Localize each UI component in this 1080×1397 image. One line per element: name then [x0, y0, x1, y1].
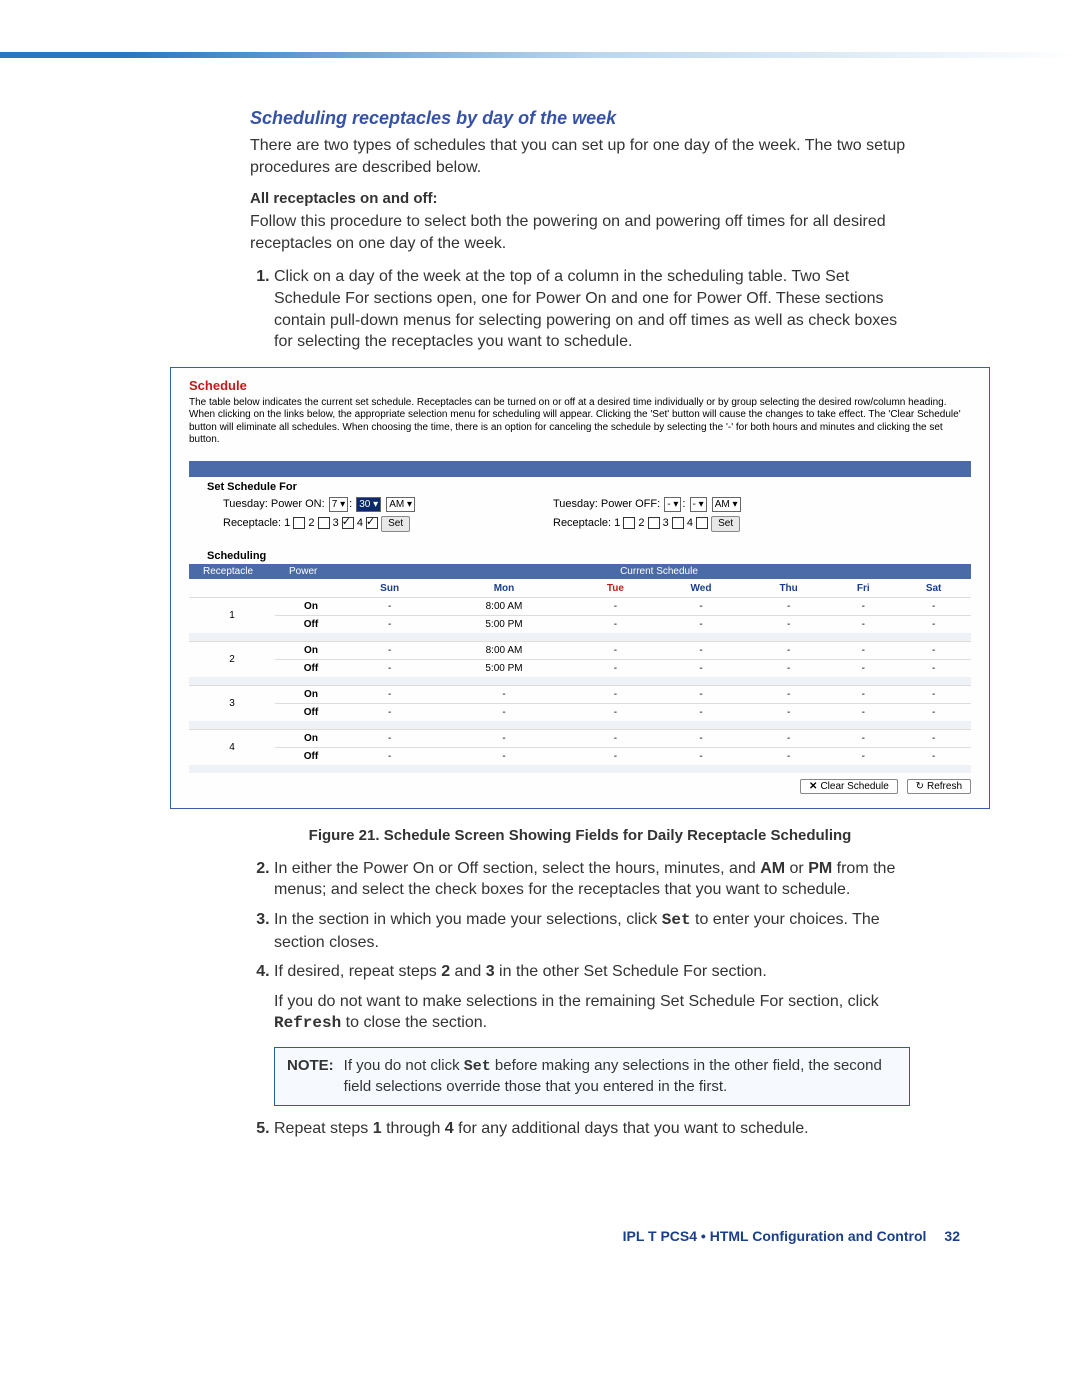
day-fri[interactable]: Fri	[830, 579, 896, 598]
day-sat[interactable]: Sat	[896, 579, 971, 598]
step-1: Click on a day of the week at the top of…	[274, 266, 910, 352]
set-button-off[interactable]: Set	[711, 516, 740, 532]
steps-list: Click on a day of the week at the top of…	[250, 266, 910, 352]
recpt-4-on-checkbox[interactable]	[366, 517, 378, 529]
clear-schedule-button[interactable]: ✕Clear Schedule	[800, 779, 898, 794]
schedule-table: Receptacle Power Current Schedule Sun Mo…	[189, 564, 971, 773]
scheduling-label: Scheduling	[207, 550, 971, 562]
day-thu[interactable]: Thu	[747, 579, 830, 598]
sub-heading: All receptacles on and off:	[250, 190, 910, 207]
power-on-prefix: Tuesday: Power ON:	[223, 498, 325, 510]
set-schedule-label: Set Schedule For	[207, 481, 971, 493]
power-on-column: Tuesday: Power ON: 7 ▾: 30 ▾ AM ▾ Recept…	[223, 497, 473, 536]
day-mon[interactable]: Mon	[432, 579, 575, 598]
recpt-4-off-checkbox[interactable]	[696, 517, 708, 529]
note-label: NOTE:	[287, 1056, 334, 1098]
note-text: If you do not click Set before making an…	[344, 1056, 897, 1098]
schedule-figure: Schedule The table below indicates the c…	[170, 367, 990, 809]
recpt-1-on-checkbox[interactable]	[293, 517, 305, 529]
table-row: Off-------	[189, 747, 971, 765]
sub-intro: Follow this procedure to select both the…	[250, 211, 910, 254]
ampm-select-off[interactable]: AM ▾	[712, 497, 741, 512]
table-row: 1On-8:00 AM-----	[189, 597, 971, 615]
recpt-3-off-checkbox[interactable]	[672, 517, 684, 529]
day-header-row: Sun Mon Tue Wed Thu Fri Sat	[189, 579, 971, 598]
day-tue[interactable]: Tue	[576, 579, 655, 598]
recpt-label-on: Receptacle:	[223, 517, 281, 529]
blue-bar	[189, 461, 971, 477]
page-footer: IPL T PCS4 • HTML Configuration and Cont…	[0, 1188, 1080, 1274]
th-receptacle: Receptacle	[189, 564, 275, 579]
recpt-1-off-checkbox[interactable]	[623, 517, 635, 529]
hour-select-off[interactable]: - ▾	[664, 497, 681, 512]
figure-footer-buttons: ✕Clear Schedule ↻Refresh	[189, 779, 971, 794]
step-4: If desired, repeat steps 2 and 3 in the …	[274, 961, 910, 1106]
figure-desc: The table below indicates the current se…	[189, 397, 971, 447]
th-power: Power	[275, 564, 347, 579]
recpt-2-on-checkbox[interactable]	[318, 517, 330, 529]
figure-title: Schedule	[189, 378, 971, 393]
recpt-3-on-checkbox[interactable]	[342, 517, 354, 529]
table-row: 3On-------	[189, 685, 971, 703]
step-5: Repeat steps 1 through 4 for any additio…	[274, 1118, 910, 1140]
table-row: Off-------	[189, 703, 971, 721]
table-row: 2On-8:00 AM-----	[189, 641, 971, 659]
th-current: Current Schedule	[347, 564, 971, 579]
minute-select-on[interactable]: 30 ▾	[356, 497, 381, 512]
section-intro: There are two types of schedules that yo…	[250, 135, 910, 178]
minute-select-off[interactable]: - ▾	[690, 497, 707, 512]
table-row: Off-5:00 PM-----	[189, 615, 971, 633]
set-button-on[interactable]: Set	[381, 516, 410, 532]
day-wed[interactable]: Wed	[655, 579, 747, 598]
ampm-select-on[interactable]: AM ▾	[386, 497, 415, 512]
recpt-2-off-checkbox[interactable]	[648, 517, 660, 529]
day-sun[interactable]: Sun	[347, 579, 432, 598]
page-content: Scheduling receptacles by day of the wee…	[0, 58, 1080, 1188]
note-box: NOTE: If you do not click Set before mak…	[274, 1047, 910, 1107]
recpt-label-off: Receptacle:	[553, 517, 611, 529]
step-3: In the section in which you made your se…	[274, 909, 910, 953]
power-off-column: Tuesday: Power OFF: - ▾: - ▾ AM ▾ Recept…	[553, 497, 803, 536]
refresh-button[interactable]: ↻Refresh	[907, 779, 971, 794]
hour-select-on[interactable]: 7 ▾	[329, 497, 348, 512]
power-off-prefix: Tuesday: Power OFF:	[553, 498, 660, 510]
figure-caption: Figure 21. Schedule Screen Showing Field…	[250, 827, 910, 844]
section-title: Scheduling receptacles by day of the wee…	[250, 108, 910, 129]
table-row: 4On-------	[189, 729, 971, 747]
step-2: In either the Power On or Off section, s…	[274, 858, 910, 901]
table-row: Off-5:00 PM-----	[189, 659, 971, 677]
set-schedule-row: Tuesday: Power ON: 7 ▾: 30 ▾ AM ▾ Recept…	[189, 497, 971, 544]
steps-list-cont: In either the Power On or Off section, s…	[250, 858, 910, 1140]
